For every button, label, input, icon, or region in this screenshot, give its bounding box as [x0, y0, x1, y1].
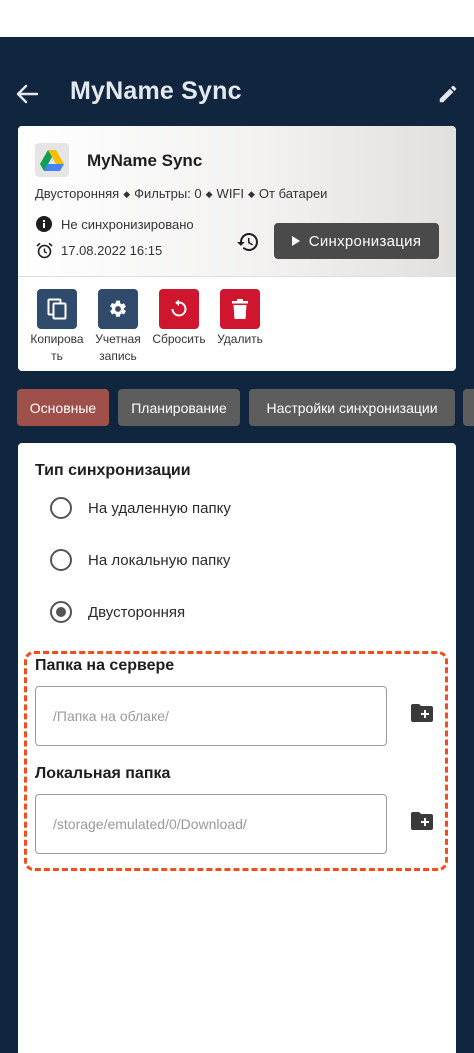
sync-status-text: Не синхронизировано: [61, 216, 194, 232]
radio-dot: [56, 607, 66, 617]
account-button[interactable]: [98, 289, 138, 329]
server-folder-input[interactable]: /Папка на облаке/: [35, 686, 387, 746]
separator-dot-icon: ◆: [247, 189, 255, 199]
history-button[interactable]: [235, 229, 261, 255]
copy-label: Копирова ть: [30, 332, 84, 363]
reset-button[interactable]: [159, 289, 199, 329]
reset-action[interactable]: Сбросить: [149, 289, 209, 348]
gear-icon: [110, 300, 126, 317]
tag-direction: Двусторонняя: [35, 186, 120, 201]
radio-remote-folder[interactable]: На удаленную папку: [50, 496, 231, 520]
status-bar: [0, 0, 474, 37]
app-bar: MyName Sync: [0, 37, 474, 127]
tab-schedule[interactable]: Планирование: [118, 389, 240, 426]
tab-overflow[interactable]: [463, 389, 474, 426]
local-folder-input[interactable]: /storage/emulated/0/Download/: [35, 794, 387, 854]
tab-sync-settings[interactable]: Настройки синхронизации: [249, 389, 455, 426]
tab-bar: Основные Планирование Настройки синхрони…: [0, 389, 474, 426]
edit-button[interactable]: [433, 79, 463, 109]
radio-label: На удаленную папку: [88, 499, 231, 517]
delete-button[interactable]: [220, 289, 260, 329]
radio-label: Двусторонняя: [88, 603, 186, 621]
sync-status-row: Не синхронизировано: [35, 215, 194, 233]
radio-local-folder[interactable]: На локальную папку: [50, 548, 230, 572]
radio-two-way[interactable]: Двусторонняя: [50, 600, 185, 624]
copy-button[interactable]: [37, 289, 77, 329]
folder-plus-icon: [411, 704, 433, 722]
sync-type-title: Тип синхронизации: [35, 462, 191, 479]
radio-button[interactable]: [50, 549, 72, 571]
radio-button-selected[interactable]: [50, 601, 72, 623]
tag-network: WIFI: [216, 186, 244, 201]
tag-power: От батареи: [258, 186, 328, 201]
arrow-left-icon: [16, 84, 38, 104]
info-icon: [35, 215, 53, 233]
play-icon: [291, 236, 300, 246]
delete-label: Удалить: [217, 332, 263, 346]
local-folder-title: Локальная папка: [35, 765, 171, 782]
sync-card-title: MyName Sync: [87, 151, 203, 170]
reset-icon: [171, 299, 187, 317]
history-icon: [237, 233, 258, 251]
server-folder-add-button[interactable]: [410, 702, 434, 724]
account-label: Учетная запись: [95, 332, 141, 363]
last-sync-datetime: 17.08.2022 16:15: [61, 242, 163, 258]
local-folder-add-button[interactable]: [410, 810, 434, 832]
separator-dot-icon: ◆: [205, 189, 213, 199]
reset-label: Сбросить: [152, 332, 206, 346]
tag-filters: Фильтры: 0: [134, 186, 202, 201]
radio-button[interactable]: [50, 497, 72, 519]
sync-card: MyName Sync Двусторонняя ◆ Фильтры: 0 ◆ WIFI…: [18, 126, 456, 371]
back-button[interactable]: [12, 79, 42, 109]
tab-main[interactable]: Основные: [17, 389, 109, 426]
sync-card-actions: Копирова ть Учетная запись Сбросить Удал…: [18, 276, 456, 371]
copy-action[interactable]: Копирова ть: [27, 289, 87, 365]
copy-icon: [47, 298, 67, 320]
sync-button[interactable]: Синхронизация: [274, 223, 439, 259]
alarm-clock-icon: [35, 241, 53, 259]
main-panel: Тип синхронизации На удаленную папку На …: [18, 443, 456, 1053]
account-action[interactable]: Учетная запись: [88, 289, 148, 365]
radio-label: На локальную папку: [88, 551, 231, 569]
sync-time-row: 17.08.2022 16:15: [35, 241, 162, 259]
server-folder-title: Папка на сервере: [35, 657, 175, 674]
sync-card-tags: Двусторонняя ◆ Фильтры: 0 ◆ WIFI ◆ От батареи: [35, 186, 327, 201]
separator-dot-icon: ◆: [123, 189, 131, 199]
page-title: MyName Sync: [70, 77, 242, 105]
sync-card-header: MyName Sync Двусторонняя ◆ Фильтры: 0 ◆ WIFI…: [18, 126, 456, 276]
pencil-icon: [439, 85, 457, 103]
google-drive-icon: [35, 143, 69, 177]
trash-icon: [232, 299, 248, 319]
sync-button-label: Синхронизация: [308, 232, 422, 250]
folder-plus-icon: [411, 812, 433, 830]
delete-action[interactable]: Удалить: [210, 289, 270, 348]
